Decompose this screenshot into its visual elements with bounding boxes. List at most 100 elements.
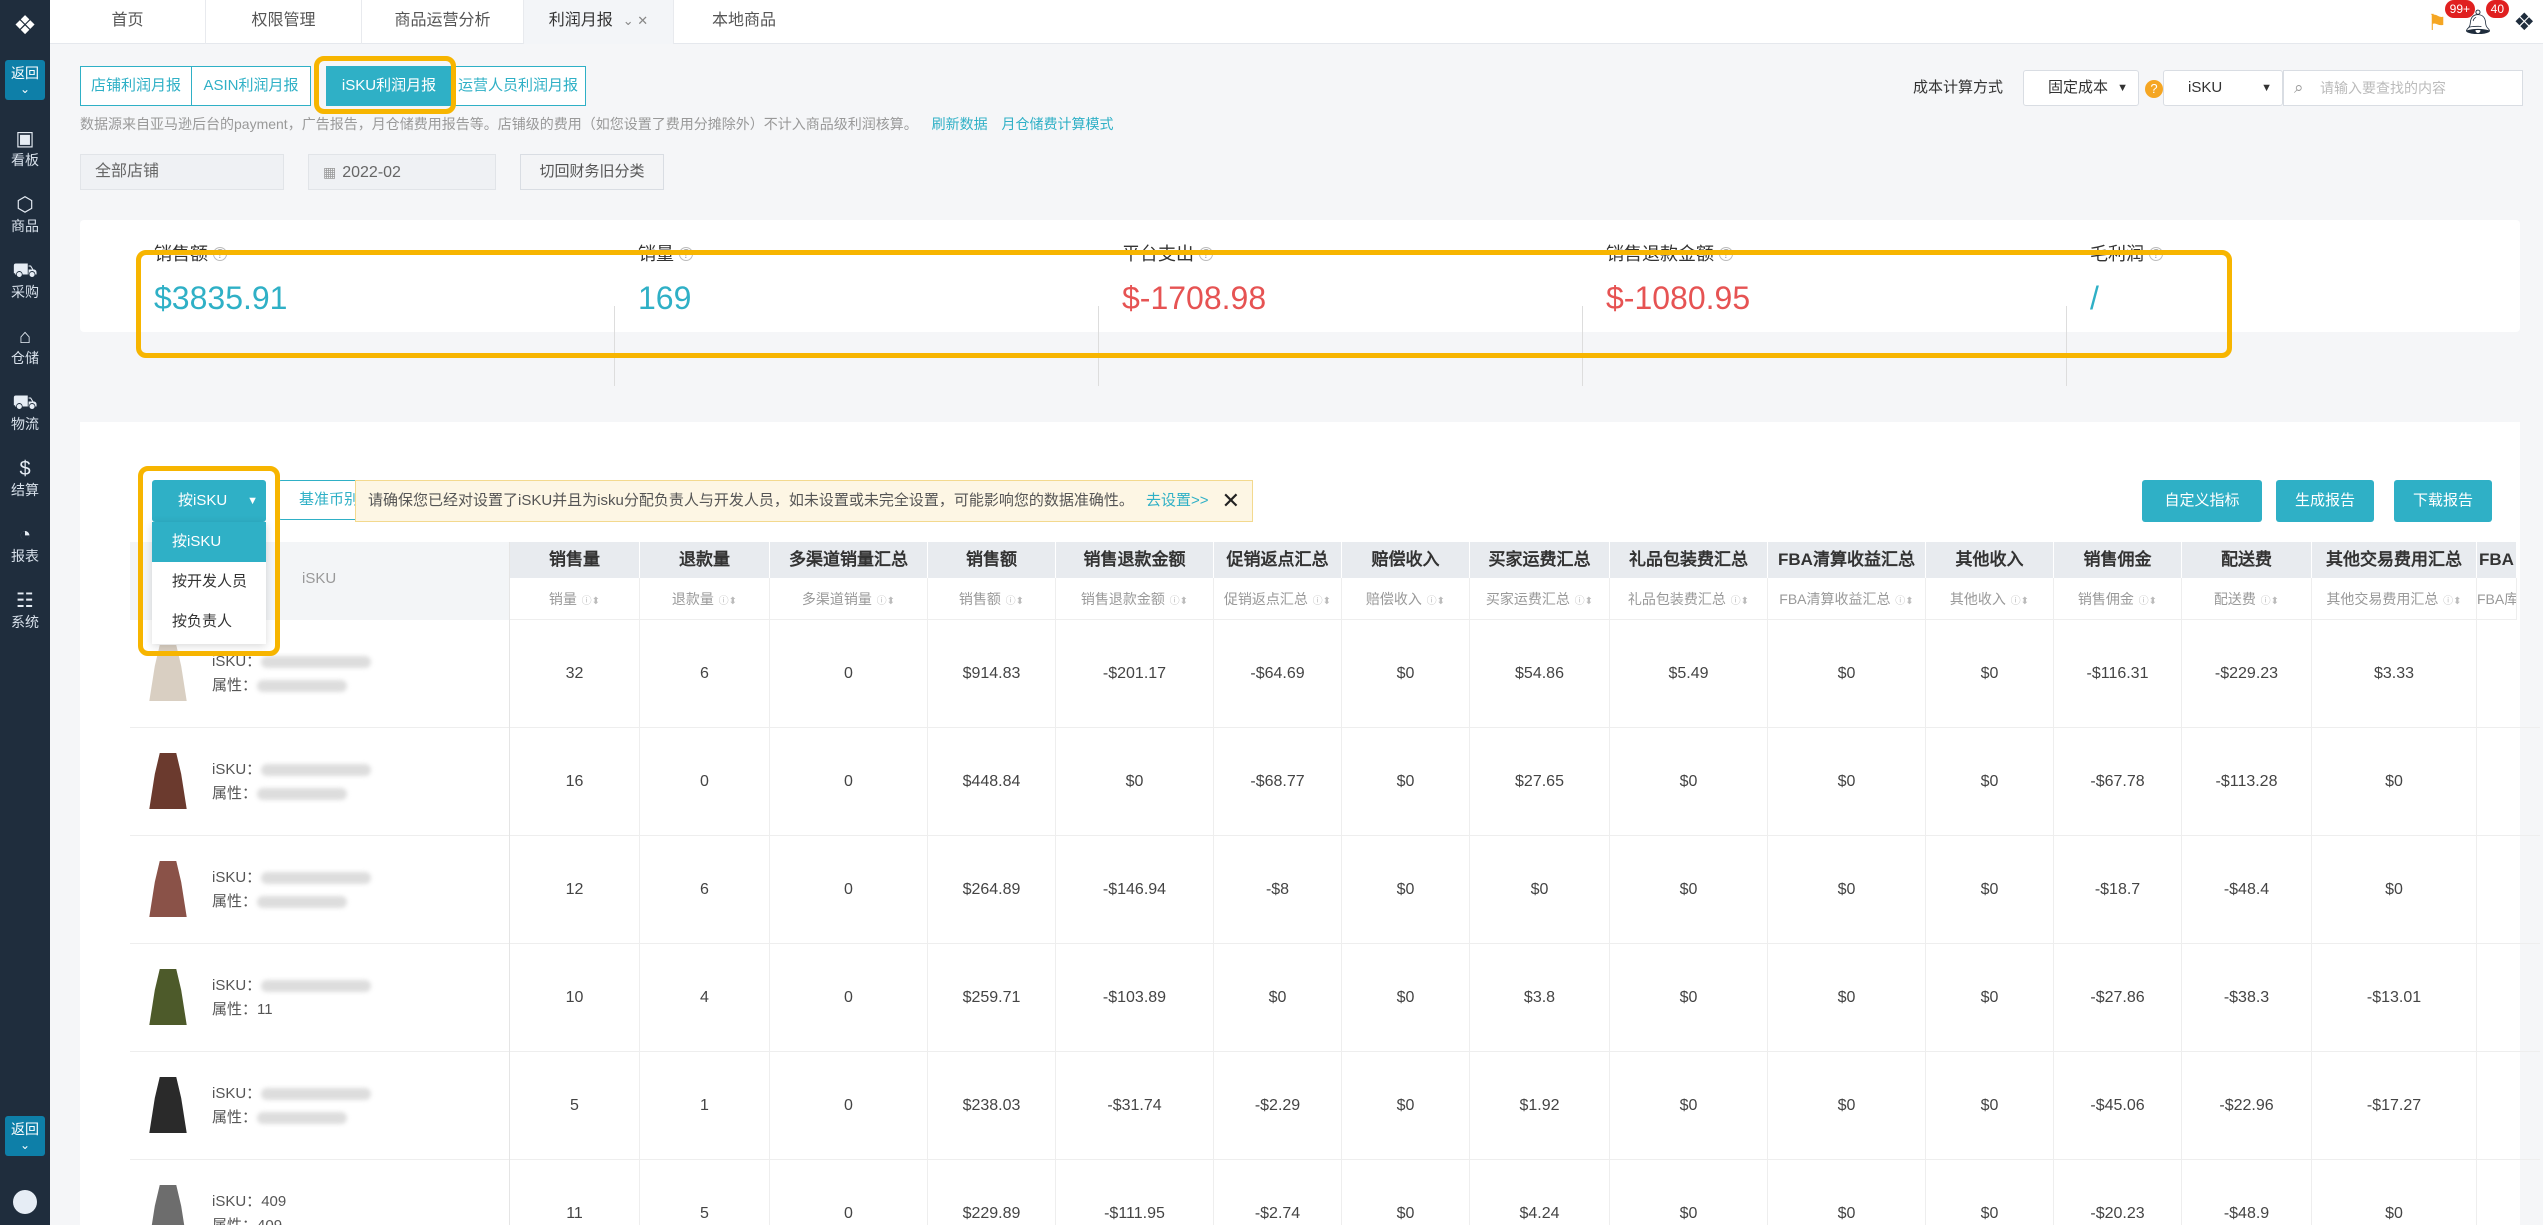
sort-icon[interactable]: ⓘ⬍ xyxy=(1167,596,1188,607)
table-cell: 5 xyxy=(640,1160,770,1225)
column-subheader[interactable]: FBA库 xyxy=(2477,578,2517,619)
table-cell: $0 xyxy=(1470,836,1610,944)
tab-local-products[interactable]: 本地商品 xyxy=(674,0,814,44)
generate-report-button[interactable]: 生成报告 xyxy=(2276,480,2374,522)
help-icon[interactable]: ? xyxy=(1199,247,1213,261)
avatar[interactable] xyxy=(13,1190,37,1214)
flag-icon[interactable]: ⚑ xyxy=(2427,10,2447,36)
table-cell: $238.03 xyxy=(928,1052,1056,1160)
subtab-asin-profit[interactable]: ASIN利润月报 xyxy=(191,66,311,106)
product-thumbnail[interactable] xyxy=(148,854,188,924)
column-subheader[interactable]: 买家运费汇总 ⓘ⬍ xyxy=(1470,578,1610,619)
sort-icon[interactable]: ⓘ⬍ xyxy=(716,596,737,607)
sidebar-item-warehouse[interactable]: ⌂ 仓储 xyxy=(0,326,50,368)
sort-icon[interactable]: ⓘ⬍ xyxy=(2440,596,2461,607)
help-icon[interactable]: ? xyxy=(1719,247,1733,261)
table-row[interactable]: iSKU： 属性： 32 6 0 $914.83 -$201.17 -$64.69 $0 $54.… xyxy=(130,620,2540,728)
dropdown-item-isku[interactable]: 按iSKU xyxy=(152,522,266,562)
column-subheader[interactable]: 销量 ⓘ⬍ xyxy=(510,578,640,619)
sidebar-item-system[interactable]: ☷ 系统 xyxy=(0,590,50,632)
group-by-dropdown: 按iSKU 按开发人员 按负责人 xyxy=(152,522,266,644)
sidebar-back-bottom-button[interactable]: 返回 ⌄ xyxy=(5,1116,45,1156)
sort-icon[interactable]: ⓘ⬍ xyxy=(1728,596,1749,607)
sidebar-back-button[interactable]: 返回 ⌄ xyxy=(5,60,45,100)
product-thumbnail[interactable] xyxy=(148,746,188,816)
sidebar-item-purchase[interactable]: ⛟ 采购 xyxy=(0,260,50,302)
blurred-text xyxy=(257,896,348,909)
column-subheader[interactable]: 销售佣金 ⓘ⬍ xyxy=(2054,578,2182,619)
sidebar-item-logistics[interactable]: ⛟ 物流 xyxy=(0,392,50,434)
subtab-isku-profit[interactable]: iSKU利润月报 xyxy=(326,66,452,106)
download-report-button[interactable]: 下载报告 xyxy=(2394,480,2492,522)
sidebar-item-dashboard[interactable]: ▣ 看板 xyxy=(0,128,50,170)
tab-profit-monthly[interactable]: 利润月报 ⌄ ✕ xyxy=(524,0,674,44)
go-setup-link[interactable]: 去设置>> xyxy=(1146,492,1209,509)
tab-permissions[interactable]: 权限管理 xyxy=(206,0,362,44)
table-row[interactable]: iSKU：409属性：4091150$229.89-$111.95-$2.74$… xyxy=(130,1160,2540,1225)
sort-icon[interactable]: ⓘ⬍ xyxy=(1003,596,1024,607)
sort-icon[interactable]: ⓘ⬍ xyxy=(2136,596,2157,607)
product-thumbnail[interactable] xyxy=(148,962,188,1032)
column-subheader[interactable]: 退款量 ⓘ⬍ xyxy=(640,578,770,619)
custom-metrics-button[interactable]: 自定义指标 xyxy=(2142,480,2262,522)
sort-icon[interactable]: ⓘ⬍ xyxy=(2258,596,2279,607)
tab-close-icon[interactable]: ⌄ ✕ xyxy=(623,13,648,28)
cost-method-select[interactable]: 固定成本 ▼ xyxy=(2023,70,2139,106)
product-thumbnail[interactable] xyxy=(148,1178,188,1225)
table-row[interactable]: iSKU： 属性： 12 6 0 $264.89 -$146.94 -$8 $0 $0 $0 $0 $0… xyxy=(130,836,2540,944)
sidebar-item-reports[interactable]: ◔ 报表 xyxy=(0,524,50,566)
sidebar-item-products[interactable]: ⬡ 商品 xyxy=(0,194,50,236)
help-icon[interactable]: ? xyxy=(2145,80,2163,98)
table-row[interactable]: iSKU： 属性：11 10 4 0 $259.71 -$103.89 $0 $0 $3.8 $0 $… xyxy=(130,944,2540,1052)
column-header: 其他收入 xyxy=(1926,542,2054,578)
sort-icon[interactable]: ⓘ⬍ xyxy=(874,596,895,607)
help-icon[interactable]: ? xyxy=(213,247,227,261)
user-icon[interactable]: ❖ xyxy=(2513,8,2535,37)
refresh-data-link[interactable]: 刷新数据 xyxy=(932,116,988,132)
dimension-select[interactable]: iSKU ▼ xyxy=(2163,70,2283,106)
sort-icon[interactable]: ⓘ⬍ xyxy=(2008,596,2029,607)
table-row[interactable]: iSKU： 属性： 16 0 0 $448.84 $0 -$68.77 $0 $27.65 $0 $0… xyxy=(130,728,2540,836)
column-subheader[interactable]: 其他交易费用汇总 ⓘ⬍ xyxy=(2312,578,2477,619)
tab-product-analysis[interactable]: 商品运营分析 xyxy=(362,0,524,44)
column-subheader[interactable]: 礼品包装费汇总 ⓘ⬍ xyxy=(1610,578,1768,619)
sort-icon[interactable]: ⓘ⬍ xyxy=(1310,596,1331,607)
product-thumbnail[interactable] xyxy=(148,638,188,708)
table-cell: -$17.27 xyxy=(2312,1052,2477,1160)
month-picker[interactable]: ▦ 2022-02 xyxy=(308,154,496,190)
switch-old-category-button[interactable]: 切回财务旧分类 xyxy=(520,154,664,190)
help-icon[interactable]: ? xyxy=(2149,247,2163,261)
tab-home[interactable]: 首页 xyxy=(50,0,206,44)
app-logo-icon[interactable]: ❖ xyxy=(8,8,42,42)
table-row[interactable]: iSKU： 属性： 5 1 0 $238.03 -$31.74 -$2.29 $0 $1.92 $0… xyxy=(130,1052,2540,1160)
shop-filter[interactable]: 全部店铺 xyxy=(80,154,284,190)
storage-fee-mode-link[interactable]: 月仓储费计算模式 xyxy=(1001,116,1113,132)
attr-label: 属性： xyxy=(212,677,258,694)
table-cell: 1 xyxy=(640,1052,770,1160)
column-subheader[interactable]: FBA清算收益汇总 ⓘ⬍ xyxy=(1768,578,1926,619)
sort-icon[interactable]: ⓘ⬍ xyxy=(1572,596,1593,607)
column-subheader[interactable]: 其他收入 ⓘ⬍ xyxy=(1926,578,2054,619)
help-icon[interactable]: ? xyxy=(679,247,693,261)
subtab-shop-profit[interactable]: 店铺利润月报 xyxy=(80,66,192,106)
column-subheader[interactable]: 配送费 ⓘ⬍ xyxy=(2182,578,2312,619)
search-input[interactable]: ⌕ 请输入要查找的内容 xyxy=(2283,70,2523,106)
dropdown-item-developer[interactable]: 按开发人员 xyxy=(152,562,266,602)
subtab-operator-profit[interactable]: 运营人员利润月报 xyxy=(450,66,586,106)
dropdown-item-owner[interactable]: 按负责人 xyxy=(152,602,266,642)
column-subheader[interactable]: 赔偿收入 ⓘ⬍ xyxy=(1342,578,1470,619)
table-cell: 10 xyxy=(510,944,640,1052)
product-thumbnail[interactable] xyxy=(148,1070,188,1140)
attr-value: 11 xyxy=(257,1001,273,1018)
product-cell: iSKU： 属性： xyxy=(130,728,510,836)
sort-icon[interactable]: ⓘ⬍ xyxy=(1893,596,1913,607)
close-icon[interactable]: ✕ xyxy=(1222,481,1240,521)
sort-icon[interactable]: ⓘ⬍ xyxy=(1424,596,1445,607)
column-subheader[interactable]: 多渠道销量 ⓘ⬍ xyxy=(770,578,928,619)
group-by-select[interactable]: 按iSKU ▼ xyxy=(152,480,266,522)
sort-icon[interactable]: ⓘ⬍ xyxy=(579,596,600,607)
column-subheader[interactable]: 销售退款金额 ⓘ⬍ xyxy=(1056,578,1214,619)
column-subheader[interactable]: 销售额 ⓘ⬍ xyxy=(928,578,1056,619)
sidebar-item-settlement[interactable]: $ 结算 xyxy=(0,458,50,500)
column-subheader[interactable]: 促销返点汇总 ⓘ⬍ xyxy=(1214,578,1342,619)
